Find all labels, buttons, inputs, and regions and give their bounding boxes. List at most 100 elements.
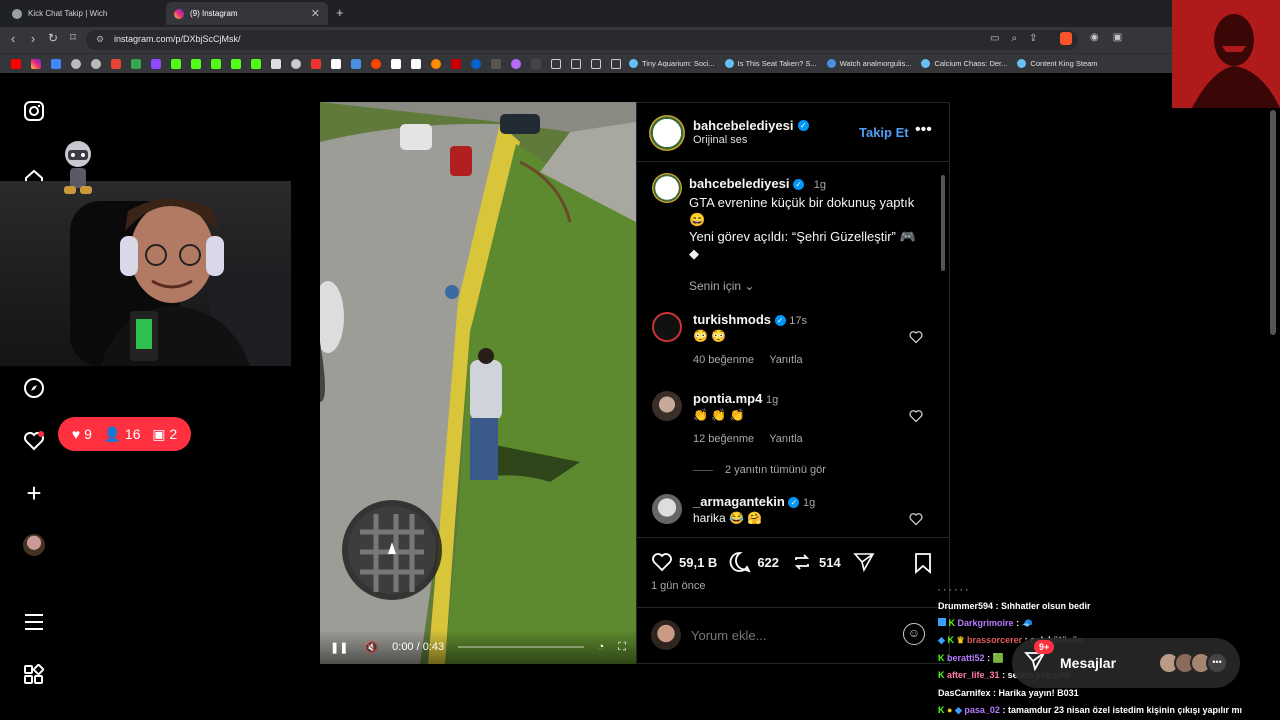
bookmark-link[interactable]: Content King Steam bbox=[1017, 59, 1098, 68]
drive-bookmark-icon[interactable] bbox=[131, 58, 141, 69]
explore-icon[interactable] bbox=[20, 374, 48, 402]
profile-avatar[interactable] bbox=[20, 531, 48, 559]
follow-button[interactable]: Takip Et bbox=[859, 125, 909, 140]
bookmark-icon[interactable] bbox=[531, 58, 541, 69]
amazon-bookmark-icon[interactable] bbox=[411, 58, 421, 69]
url-field[interactable]: ⚙ instagram.com/p/DXbjScCjMsk/ bbox=[86, 30, 1078, 50]
comment-avatar[interactable] bbox=[652, 391, 682, 421]
account-username[interactable]: bahcebelediyesi bbox=[693, 118, 793, 133]
comment-username[interactable]: turkishmods bbox=[693, 312, 771, 327]
kick-bookmark-icon[interactable] bbox=[171, 58, 181, 69]
share-icon[interactable]: ⇪ bbox=[1029, 33, 1049, 44]
folder-icon[interactable] bbox=[571, 58, 581, 69]
youtube-bookmark-icon[interactable] bbox=[11, 58, 21, 69]
folder-icon[interactable] bbox=[611, 58, 621, 69]
bookmark-icon[interactable] bbox=[391, 58, 401, 69]
comments-scrollbar[interactable] bbox=[941, 165, 947, 535]
kick-bookmark-icon[interactable] bbox=[191, 58, 201, 69]
bookmark-link[interactable]: Tiny Aquarium: Soci... bbox=[629, 59, 715, 68]
bookmark-link[interactable]: Is This Seat Taken? S... bbox=[724, 59, 817, 68]
translate-bookmark-icon[interactable] bbox=[51, 58, 61, 69]
reply-button[interactable]: Yanıtla bbox=[769, 354, 802, 366]
tab-instagram[interactable]: (9) Instagram ✕ bbox=[166, 2, 328, 25]
audio-label[interactable]: Orijinal ses bbox=[693, 134, 747, 146]
back-icon[interactable]: ‹ bbox=[4, 31, 22, 46]
comment-avatar[interactable] bbox=[652, 312, 682, 342]
gmail-bookmark-icon[interactable] bbox=[111, 58, 121, 69]
emoji-picker-icon[interactable]: ☺ bbox=[903, 623, 925, 645]
for-you-toggle[interactable]: Senin için ⌄ bbox=[689, 279, 754, 293]
bookmark-icon[interactable] bbox=[511, 58, 521, 69]
like-comment-icon[interactable] bbox=[909, 409, 923, 428]
bookmark-link[interactable]: Calcium Chaos: Der... bbox=[921, 59, 1007, 68]
globe-bookmark-icon[interactable] bbox=[91, 58, 101, 69]
bookmark-icon[interactable]: ⌑ bbox=[64, 31, 82, 44]
anchor-bookmark-icon[interactable] bbox=[271, 58, 281, 69]
view-replies-button[interactable]: 2 yanıtın tümünü gör bbox=[693, 464, 826, 476]
reply-button[interactable]: Yanıtla bbox=[769, 433, 802, 445]
notifications-heart-icon[interactable] bbox=[20, 427, 48, 455]
pause-icon[interactable]: ❚❚ bbox=[330, 641, 348, 654]
steam-bookmark-icon[interactable] bbox=[291, 58, 301, 69]
close-tab-icon[interactable]: ✕ bbox=[311, 7, 320, 20]
new-tab-icon[interactable]: + bbox=[336, 5, 344, 20]
kick-bookmark-icon[interactable] bbox=[211, 58, 221, 69]
brave-shield-icon[interactable] bbox=[1060, 32, 1072, 45]
more-apps-icon[interactable] bbox=[20, 661, 48, 689]
comment-username[interactable]: pontia.mp4 bbox=[693, 391, 762, 406]
extension-icon[interactable]: ▣ bbox=[1113, 32, 1136, 43]
comment-likes[interactable]: 40 beğenme bbox=[693, 354, 754, 366]
comment-input[interactable] bbox=[691, 625, 891, 645]
cast-icon[interactable]: ▭ bbox=[990, 33, 1011, 44]
caption-avatar[interactable] bbox=[652, 173, 682, 203]
extension-icon[interactable]: ◉ bbox=[1090, 32, 1113, 43]
repost-icon[interactable] bbox=[791, 551, 813, 573]
menu-icon[interactable] bbox=[20, 608, 48, 636]
folder-icon[interactable] bbox=[591, 58, 601, 69]
post-video[interactable]: ❚❚ 🔇 0:00 / 0:43 ◔ ⛶ bbox=[320, 102, 636, 664]
speed-icon[interactable]: ◔ bbox=[598, 641, 605, 653]
twitch-bookmark-icon[interactable] bbox=[151, 58, 161, 69]
video-progress-bar[interactable] bbox=[458, 646, 584, 648]
comment-avatar[interactable] bbox=[652, 494, 682, 524]
bookmark-icon[interactable] bbox=[351, 58, 361, 69]
scrollbar-thumb[interactable] bbox=[941, 175, 945, 271]
bookmark-icon[interactable] bbox=[451, 58, 461, 69]
reload-icon[interactable]: ↻ bbox=[44, 31, 62, 45]
globe-bookmark-icon[interactable] bbox=[71, 58, 81, 69]
caption-username[interactable]: bahcebelediyesi bbox=[689, 176, 789, 191]
bookmark-icon[interactable] bbox=[431, 58, 441, 69]
fullscreen-icon[interactable]: ⛶ bbox=[618, 641, 626, 654]
forward-icon[interactable]: › bbox=[24, 31, 42, 46]
more-options-icon[interactable]: ••• bbox=[915, 121, 932, 139]
create-plus-icon[interactable]: + bbox=[20, 478, 48, 508]
x-bookmark-icon[interactable] bbox=[331, 58, 341, 69]
kick-bookmark-icon[interactable] bbox=[251, 58, 261, 69]
instagram-logo-icon[interactable] bbox=[20, 97, 48, 125]
page-scrollbar-thumb[interactable] bbox=[1270, 110, 1276, 335]
comment-username[interactable]: _armagantekin bbox=[693, 494, 785, 509]
comment-likes[interactable]: 12 beğenme bbox=[693, 433, 754, 445]
kick-bookmark-icon[interactable] bbox=[231, 58, 241, 69]
bookmark-link[interactable]: Watch analmorgulis... bbox=[826, 59, 911, 68]
zoom-icon[interactable]: ⌕ bbox=[1011, 33, 1029, 44]
reddit-bookmark-icon[interactable] bbox=[371, 58, 381, 69]
share-icon[interactable] bbox=[852, 551, 875, 573]
folder-icon[interactable] bbox=[551, 58, 561, 69]
comment-icon[interactable] bbox=[729, 551, 752, 573]
bookmark-icon[interactable] bbox=[491, 58, 501, 69]
bookmark-icon[interactable] bbox=[311, 58, 321, 69]
bookmark-icon[interactable] bbox=[471, 58, 481, 69]
like-icon[interactable] bbox=[651, 551, 673, 573]
save-icon[interactable] bbox=[913, 552, 933, 579]
like-comment-icon[interactable] bbox=[909, 512, 923, 531]
tab-kick-chat[interactable]: Kick Chat Takip | Wich bbox=[4, 2, 166, 25]
site-info-icon[interactable]: ⚙ bbox=[96, 34, 104, 45]
instagram-bookmark-icon[interactable] bbox=[31, 58, 41, 69]
mute-icon[interactable]: 🔇 bbox=[364, 641, 378, 654]
account-avatar[interactable] bbox=[649, 115, 685, 151]
messages-button[interactable]: 9+ Mesajlar ••• bbox=[1012, 638, 1240, 688]
like-count[interactable]: 59,1 B bbox=[679, 555, 717, 570]
like-comment-icon[interactable] bbox=[909, 330, 923, 349]
activity-popover[interactable]: ♥ 9 👤 16 ▣ 2 bbox=[58, 417, 191, 451]
